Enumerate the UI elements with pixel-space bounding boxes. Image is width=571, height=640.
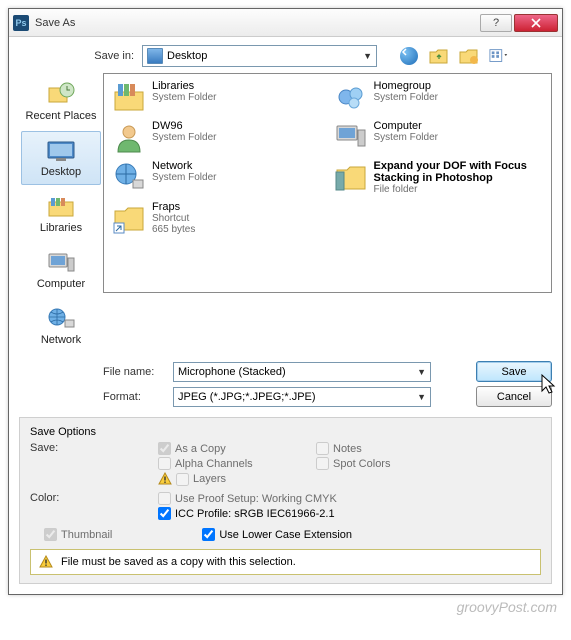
- savein-value: Desktop: [167, 50, 207, 62]
- notice-text: File must be saved as a copy with this s…: [61, 556, 296, 568]
- folder-icon: [334, 160, 368, 194]
- filename-combo[interactable]: ▼: [173, 362, 431, 382]
- places-bar: Recent Places Desktop Libraries Computer…: [19, 73, 103, 353]
- save-subheading: Save:: [30, 442, 120, 486]
- app-icon: Ps: [13, 15, 29, 31]
- format-label: Format:: [103, 391, 173, 403]
- format-value: JPEG (*.JPG;*.JPEG;*.JPE): [178, 391, 417, 403]
- warning-icon: [39, 555, 53, 569]
- close-button[interactable]: [514, 14, 558, 32]
- place-desktop[interactable]: Desktop: [21, 131, 101, 185]
- checkbox-thumbnail: Thumbnail: [44, 528, 112, 541]
- titlebar: Ps Save As ?: [9, 9, 562, 37]
- checkbox-layers: Layers: [158, 472, 308, 486]
- window-title: Save As: [35, 17, 478, 29]
- checkbox-spot-colors: Spot Colors: [316, 457, 466, 470]
- file-item[interactable]: FrapsShortcut 665 bytes: [112, 201, 322, 235]
- folder-shortcut-icon: [112, 201, 146, 235]
- chevron-down-icon: ▼: [417, 367, 426, 377]
- cursor-icon: [540, 373, 558, 395]
- nav-views-button[interactable]: [489, 46, 509, 66]
- checkbox-lowercase-ext[interactable]: Use Lower Case Extension: [202, 528, 352, 541]
- file-item[interactable]: LibrariesSystem Folder: [112, 80, 322, 114]
- file-item[interactable]: NetworkSystem Folder: [112, 160, 322, 195]
- place-computer[interactable]: Computer: [21, 243, 101, 297]
- watermark: groovyPost.com: [8, 599, 563, 615]
- nav-back-button[interactable]: [399, 46, 419, 66]
- save-as-dialog: Ps Save As ? Save in: Desktop ▼: [8, 8, 563, 595]
- filename-label: File name:: [103, 366, 173, 378]
- notice-box: File must be saved as a copy with this s…: [30, 549, 541, 575]
- recent-places-icon: [45, 82, 77, 108]
- save-options-panel: Save Options Save: As a Copy Notes Alpha…: [19, 417, 552, 584]
- views-icon: [489, 47, 509, 65]
- folder-up-icon: [429, 47, 449, 65]
- nav-newfolder-button[interactable]: [459, 46, 479, 66]
- format-combo[interactable]: JPEG (*.JPG;*.JPEG;*.JPE) ▼: [173, 387, 431, 407]
- checkbox-icc-profile[interactable]: ICC Profile: sRGB IEC61966-2.1: [158, 507, 541, 520]
- file-item[interactable]: Expand your DOF with Focus Stacking in P…: [334, 160, 544, 195]
- filename-input[interactable]: [178, 366, 417, 378]
- libraries-icon: [112, 80, 146, 114]
- desktop-icon: [147, 48, 163, 64]
- file-item[interactable]: ComputerSystem Folder: [334, 120, 544, 154]
- computer-icon: [45, 250, 77, 276]
- homegroup-icon: [334, 80, 368, 114]
- place-libraries[interactable]: Libraries: [21, 187, 101, 241]
- help-button[interactable]: ?: [480, 14, 512, 32]
- network-icon: [45, 306, 77, 332]
- file-item[interactable]: HomegroupSystem Folder: [334, 80, 544, 114]
- computer-icon: [334, 120, 368, 154]
- checkbox-proof-setup: Use Proof Setup: Working CMYK: [158, 492, 541, 505]
- chevron-down-icon: ▼: [417, 392, 426, 402]
- file-list[interactable]: LibrariesSystem Folder HomegroupSystem F…: [103, 73, 552, 293]
- warning-icon: [158, 472, 172, 486]
- savein-label: Save in:: [79, 50, 134, 62]
- checkbox-notes: Notes: [316, 442, 466, 455]
- checkbox-alpha-channels: Alpha Channels: [158, 457, 308, 470]
- place-network[interactable]: Network: [21, 299, 101, 353]
- arrow-left-icon: [400, 47, 418, 65]
- file-item[interactable]: DW96System Folder: [112, 120, 322, 154]
- place-recent[interactable]: Recent Places: [21, 75, 101, 129]
- save-options-heading: Save Options: [30, 426, 541, 438]
- checkbox-as-a-copy: As a Copy: [158, 442, 308, 455]
- nav-up-button[interactable]: [429, 46, 449, 66]
- desktop-icon: [45, 138, 77, 164]
- network-icon: [112, 160, 146, 194]
- folder-new-icon: [459, 47, 479, 65]
- chevron-down-icon: ▼: [363, 51, 372, 61]
- color-subheading: Color:: [30, 492, 120, 520]
- savein-combo[interactable]: Desktop ▼: [142, 45, 377, 67]
- libraries-icon: [45, 194, 77, 220]
- user-icon: [112, 120, 146, 154]
- close-icon: [531, 18, 541, 28]
